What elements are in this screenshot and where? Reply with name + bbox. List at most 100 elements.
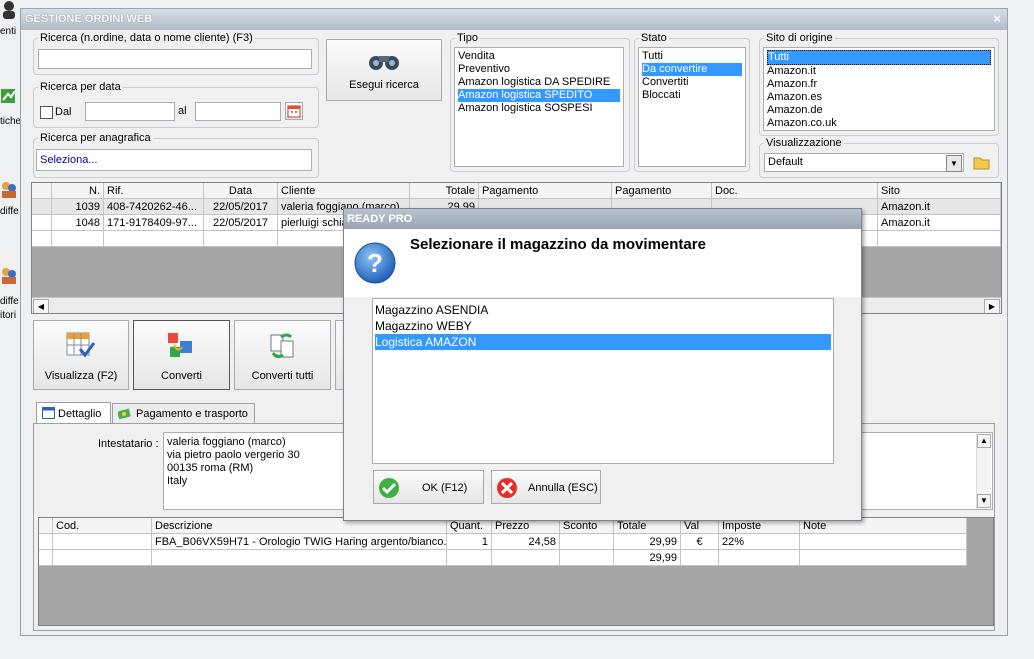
- tab-pagamento[interactable]: Pagamento e trasporto: [112, 403, 255, 424]
- desktop-label[interactable]: diffe: [0, 206, 19, 217]
- user-icon[interactable]: [0, 0, 18, 22]
- grid-header[interactable]: Totale: [410, 183, 479, 199]
- folder-icon[interactable]: [973, 153, 991, 171]
- desktop-label[interactable]: tiche: [0, 116, 21, 127]
- grid-header[interactable]: Cliente: [278, 183, 410, 199]
- grid-header[interactable]: Pagamento: [479, 183, 612, 199]
- converti-button[interactable]: Converti: [133, 320, 230, 390]
- grid-cell[interactable]: [681, 550, 719, 566]
- stato-list[interactable]: Tutti Da convertire Convertiti Bloccati: [638, 47, 746, 167]
- warehouse-item[interactable]: Magazzino WEBY: [375, 318, 831, 334]
- cancel-button[interactable]: Annulla (ESC): [491, 470, 601, 504]
- grid-cell[interactable]: 29,99: [614, 534, 681, 550]
- grid-cell[interactable]: 1048: [52, 215, 104, 231]
- table-row[interactable]: 29,99: [39, 550, 967, 566]
- calendar-icon[interactable]: [285, 102, 303, 120]
- tipo-list[interactable]: Vendita Preventivo Amazon logistica DA S…: [454, 47, 624, 167]
- grid-cell[interactable]: [800, 534, 967, 550]
- desktop-label[interactable]: diffe: [0, 296, 19, 307]
- chart-icon[interactable]: [0, 86, 18, 108]
- grid-cell[interactable]: [53, 550, 152, 566]
- ok-button[interactable]: OK (F12): [373, 470, 484, 504]
- grid-cell[interactable]: 171-9178409-97...: [104, 215, 204, 231]
- users-icon[interactable]: [0, 180, 18, 202]
- grid-header[interactable]: Cod.: [53, 518, 152, 534]
- grid-cell[interactable]: [560, 534, 614, 550]
- execute-search-button[interactable]: Esegui ricerca: [326, 39, 442, 101]
- anag-select[interactable]: Seleziona...: [36, 149, 312, 171]
- stato-item[interactable]: Tutti: [642, 50, 742, 63]
- converti-tutti-button[interactable]: Converti tutti: [234, 320, 331, 390]
- grid-cell[interactable]: Amazon.it: [878, 199, 1001, 215]
- grid-cell[interactable]: Amazon.it: [878, 215, 1001, 231]
- grid-header[interactable]: Doc.: [712, 183, 878, 199]
- tipo-item[interactable]: Amazon logistica DA SPEDIRE: [458, 76, 620, 89]
- grid-cell[interactable]: 1: [447, 534, 492, 550]
- warehouse-item-selected[interactable]: Logistica AMAZON: [375, 334, 831, 350]
- grid-cell[interactable]: [492, 550, 560, 566]
- grid-header[interactable]: Pagamento: [612, 183, 712, 199]
- stato-item-selected[interactable]: Da convertire: [642, 63, 742, 76]
- stato-item[interactable]: Bloccati: [642, 89, 742, 102]
- visualizzazione-select[interactable]: Default ▼: [764, 153, 964, 172]
- close-icon[interactable]: ×: [993, 11, 1001, 26]
- visualizza-button[interactable]: Visualizza (F2): [33, 320, 129, 390]
- grid-cell[interactable]: 22/05/2017: [204, 199, 278, 215]
- tipo-item-selected[interactable]: Amazon logistica SPEDITO: [458, 89, 620, 102]
- warehouse-item[interactable]: Magazzino ASENDIA: [375, 302, 831, 318]
- search-input[interactable]: [38, 49, 312, 69]
- grid-cell[interactable]: [800, 550, 967, 566]
- grid-cell[interactable]: [152, 550, 447, 566]
- grid-cell[interactable]: 1039: [52, 199, 104, 215]
- grid-header[interactable]: N.: [52, 183, 104, 199]
- desktop-label[interactable]: enti: [0, 26, 16, 37]
- sito-item[interactable]: Amazon.fr: [767, 78, 991, 91]
- tab-dettaglio[interactable]: Dettaglio: [36, 402, 111, 424]
- grid-header[interactable]: Sito: [878, 183, 1001, 199]
- tipo-item[interactable]: Amazon logistica SOSPESI: [458, 102, 620, 115]
- sito-item[interactable]: Amazon.de: [767, 104, 991, 117]
- grid-cell[interactable]: 408-7420262-46...: [104, 199, 204, 215]
- grid-cell[interactable]: [719, 550, 800, 566]
- grid-cell[interactable]: FBA_B06VX59H71 - Orologio TWIG Haring ar…: [152, 534, 447, 550]
- scroll-left-icon[interactable]: ◀: [33, 299, 49, 313]
- date-to-input[interactable]: [195, 102, 281, 121]
- svg-text:?: ?: [367, 248, 383, 278]
- date-from-label: Dal: [55, 106, 72, 118]
- grid-cell[interactable]: 29,99: [614, 550, 681, 566]
- money-icon: [117, 408, 131, 423]
- table-row[interactable]: FBA_B06VX59H71 - Orologio TWIG Haring ar…: [39, 534, 967, 550]
- tipo-item[interactable]: Vendita: [458, 50, 620, 63]
- grid-header[interactable]: Rif.: [104, 183, 204, 199]
- sito-item[interactable]: Amazon.it: [767, 65, 991, 78]
- tipo-item[interactable]: Preventivo: [458, 63, 620, 76]
- chevron-down-icon[interactable]: ▼: [946, 155, 962, 172]
- date-checkbox[interactable]: [40, 106, 53, 119]
- grid-cell[interactable]: 22%: [719, 534, 800, 550]
- desktop-label[interactable]: itori: [0, 310, 16, 321]
- users-icon[interactable]: [0, 266, 18, 288]
- visualizzazione-value: Default: [768, 156, 803, 168]
- grid-cell[interactable]: [447, 550, 492, 566]
- vertical-scrollbar[interactable]: ▲ ▼: [976, 434, 991, 508]
- ok-label: OK (F12): [422, 482, 468, 494]
- scroll-right-icon[interactable]: ▶: [984, 299, 1000, 313]
- grid-cell[interactable]: €: [681, 534, 719, 550]
- warehouse-list[interactable]: Magazzino ASENDIA Magazzino WEBY Logisti…: [372, 298, 834, 464]
- dialog-message: Selezionare il magazzino da movimentare: [410, 236, 706, 253]
- scroll-up-icon[interactable]: ▲: [977, 434, 991, 448]
- sito-list[interactable]: Tutti Amazon.it Amazon.fr Amazon.es Amaz…: [763, 47, 995, 131]
- sito-item[interactable]: Amazon.co.uk: [767, 117, 991, 130]
- scroll-down-icon[interactable]: ▼: [977, 494, 991, 508]
- sito-item[interactable]: Amazon.es: [767, 91, 991, 104]
- grid-cell[interactable]: [560, 550, 614, 566]
- grid-cell[interactable]: [53, 534, 152, 550]
- search-text-label: Ricerca (n.ordine, data o nome cliente) …: [40, 32, 253, 44]
- grid-header[interactable]: Data: [204, 183, 278, 199]
- date-from-input[interactable]: [85, 102, 175, 121]
- grid-cell[interactable]: 24,58: [492, 534, 560, 550]
- grid-cell[interactable]: 22/05/2017: [204, 215, 278, 231]
- stato-item[interactable]: Convertiti: [642, 76, 742, 89]
- lines-grid: Cod. Descrizione Quant. Prezzo Sconto To…: [38, 517, 994, 626]
- sito-item-selected[interactable]: Tutti: [767, 50, 991, 65]
